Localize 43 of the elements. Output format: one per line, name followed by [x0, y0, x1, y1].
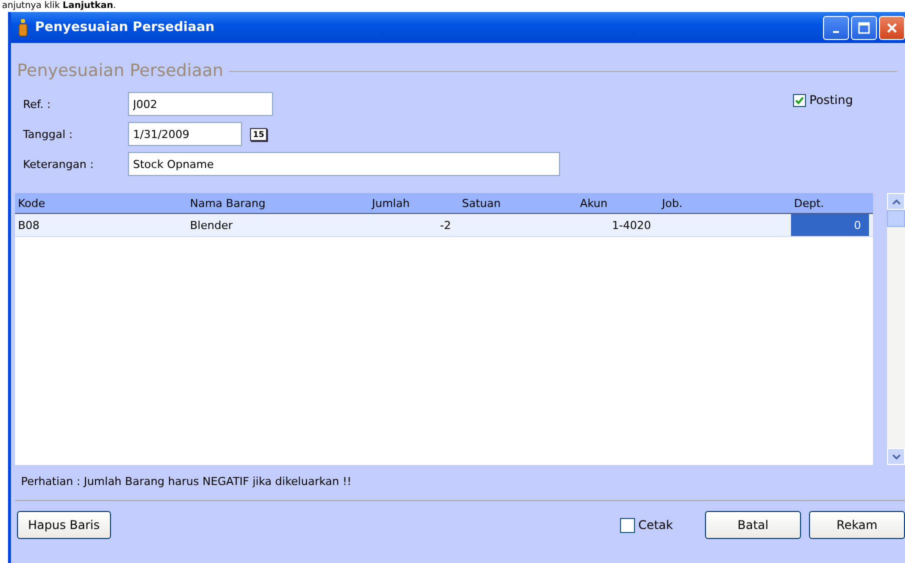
posting-checkbox[interactable]	[793, 94, 806, 106]
table-cell[interactable]: 1-4020	[577, 214, 659, 236]
field-label: Ref. :	[23, 98, 52, 110]
cancel-button[interactable]: Batal	[705, 511, 801, 539]
checkbox-label: Posting	[809, 93, 853, 107]
save-button[interactable]: Rekam	[809, 511, 905, 539]
column-header[interactable]: Dept.	[791, 196, 869, 210]
minimize-icon	[833, 30, 839, 32]
field-label: Tanggal :	[23, 128, 74, 140]
calendar-button[interactable]: 15	[250, 128, 268, 140]
description-field[interactable]: Stock Opname	[128, 152, 560, 176]
app-icon	[17, 18, 29, 36]
maximize-icon	[858, 22, 870, 34]
minimize-button[interactable]	[823, 16, 849, 40]
column-header[interactable]: Nama Barang	[187, 196, 369, 210]
table-cell[interactable]: B08	[15, 214, 187, 236]
table-row[interactable]: B08 Blender -2 1-4020 0	[15, 214, 874, 237]
column-header[interactable]: Job.	[659, 196, 791, 210]
checkbox-label: Cetak	[638, 518, 673, 532]
scroll-thumb[interactable]	[887, 210, 905, 227]
close-icon	[886, 22, 898, 34]
warning-note: Perhatian : Jumlah Barang harus NEGATIF jika dikeluarkan !!	[20, 474, 352, 490]
table-cell[interactable]: Blender	[187, 214, 369, 236]
column-header[interactable]: Kode	[15, 196, 187, 210]
print-checkbox[interactable]	[620, 518, 636, 532]
section-title: Penyesuaian Persediaan	[17, 61, 224, 81]
caret-up-icon	[892, 198, 901, 204]
table-cell[interactable]: -2	[369, 214, 459, 236]
column-header[interactable]: Jumlah	[369, 196, 459, 210]
column-header[interactable]: Akun	[577, 196, 659, 210]
column-header[interactable]: Satuan	[459, 196, 577, 210]
caret-down-icon	[892, 454, 901, 460]
field-label: Keterangan :	[23, 158, 95, 170]
delete-row-button[interactable]: Hapus Baris	[17, 511, 111, 539]
instruction-text: anjutnya klik Lanjutkan.	[2, 1, 116, 11]
maximize-button[interactable]	[851, 16, 877, 40]
close-button[interactable]	[879, 16, 905, 40]
date-field[interactable]: 1/31/2009	[128, 122, 242, 146]
scroll-up-button[interactable]	[887, 193, 905, 210]
table-cell[interactable]: 0	[791, 214, 869, 236]
window-title: Penyesuaian Persediaan	[35, 20, 215, 35]
scroll-down-button[interactable]	[887, 448, 905, 465]
scrollbar[interactable]	[887, 193, 905, 465]
